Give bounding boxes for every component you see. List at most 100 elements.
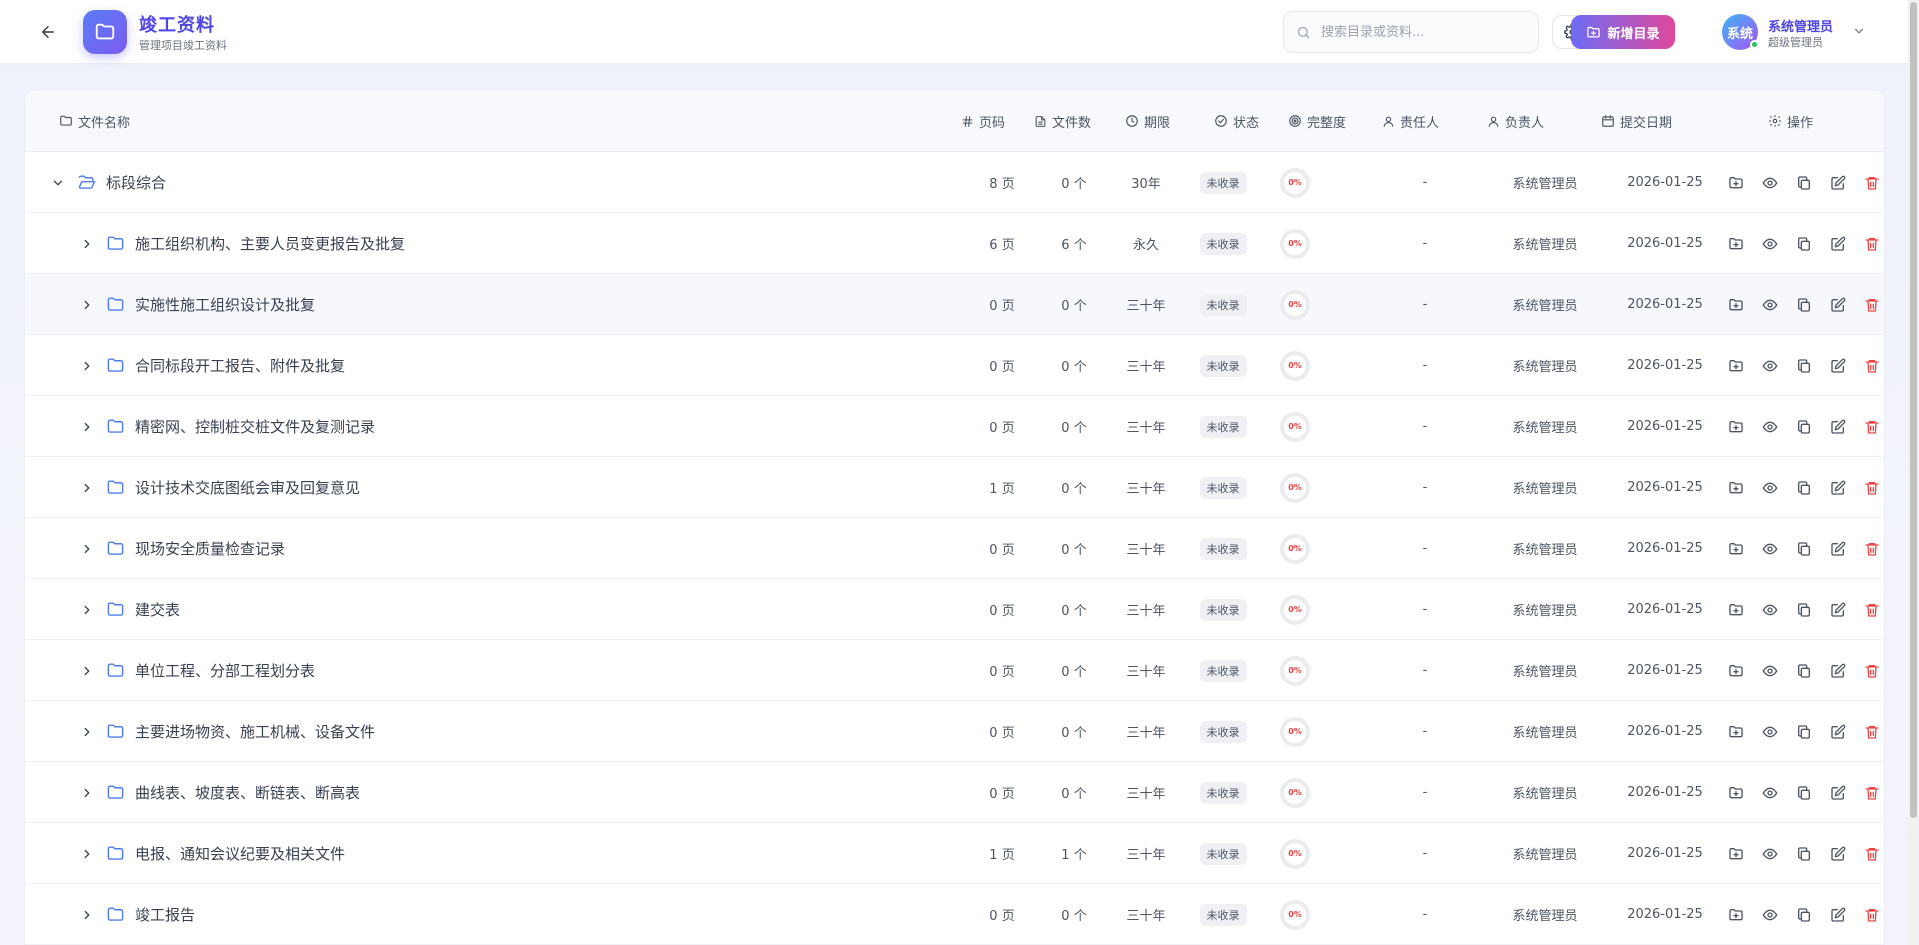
table-row[interactable]: 电报、通知会议纪要及相关文件 1 页 1 个 三十年 未收录 0% - 系统管理员 2026-0… xyxy=(25,823,1884,884)
copy-button[interactable] xyxy=(1794,234,1813,253)
search-box[interactable] xyxy=(1283,11,1539,53)
add-subfolder-button[interactable] xyxy=(1726,783,1745,802)
table-row[interactable]: 实施性施工组织设计及批复 0 页 0 个 三十年 未收录 0% - 系统管理员 2026-01-… xyxy=(25,274,1884,335)
table-row[interactable]: 现场安全质量检查记录 0 页 0 个 三十年 未收录 0% - 系统管理员 2026-01-25 xyxy=(25,518,1884,579)
delete-button[interactable] xyxy=(1862,478,1881,497)
scrollbar-thumb[interactable] xyxy=(1910,2,1917,818)
row-name[interactable]: 竣工报告 xyxy=(135,904,195,925)
row-name[interactable]: 单位工程、分部工程划分表 xyxy=(135,660,315,681)
delete-button[interactable] xyxy=(1862,722,1881,741)
row-name[interactable]: 标段综合 xyxy=(106,172,166,193)
edit-button[interactable] xyxy=(1828,783,1847,802)
add-subfolder-button[interactable] xyxy=(1726,905,1745,924)
add-subfolder-button[interactable] xyxy=(1726,417,1745,436)
expand-toggle[interactable] xyxy=(80,542,94,556)
table-row[interactable]: 设计技术交底图纸会审及回复意见 1 页 0 个 三十年 未收录 0% - 系统管理员 2026-… xyxy=(25,457,1884,518)
add-subfolder-button[interactable] xyxy=(1726,356,1745,375)
user-name[interactable]: 系统管理员 xyxy=(1768,16,1833,35)
user-menu-toggle[interactable] xyxy=(1852,24,1868,40)
view-button[interactable] xyxy=(1760,661,1779,680)
edit-button[interactable] xyxy=(1828,661,1847,680)
edit-button[interactable] xyxy=(1828,295,1847,314)
expand-toggle[interactable] xyxy=(80,603,94,617)
view-button[interactable] xyxy=(1760,905,1779,924)
copy-button[interactable] xyxy=(1794,356,1813,375)
copy-button[interactable] xyxy=(1794,478,1813,497)
delete-button[interactable] xyxy=(1862,661,1881,680)
expand-toggle[interactable] xyxy=(80,664,94,678)
page-scrollbar[interactable] xyxy=(1908,0,1919,945)
edit-button[interactable] xyxy=(1828,478,1847,497)
add-subfolder-button[interactable] xyxy=(1726,844,1745,863)
edit-button[interactable] xyxy=(1828,417,1847,436)
expand-toggle[interactable] xyxy=(80,786,94,800)
copy-button[interactable] xyxy=(1794,722,1813,741)
copy-button[interactable] xyxy=(1794,295,1813,314)
copy-button[interactable] xyxy=(1794,783,1813,802)
table-row[interactable]: 施工组织机构、主要人员变更报告及批复 6 页 6 个 永久 未收录 0% - 系统管理员 202… xyxy=(25,213,1884,274)
row-name[interactable]: 主要进场物资、施工机械、设备文件 xyxy=(135,721,375,742)
table-row[interactable]: 竣工报告 0 页 0 个 三十年 未收录 0% - 系统管理员 2026-01-25 xyxy=(25,884,1884,945)
view-button[interactable] xyxy=(1760,844,1779,863)
view-button[interactable] xyxy=(1760,234,1779,253)
edit-button[interactable] xyxy=(1828,356,1847,375)
edit-button[interactable] xyxy=(1828,539,1847,558)
expand-toggle[interactable] xyxy=(80,420,94,434)
edit-button[interactable] xyxy=(1828,905,1847,924)
delete-button[interactable] xyxy=(1862,173,1881,192)
add-subfolder-button[interactable] xyxy=(1726,173,1745,192)
view-button[interactable] xyxy=(1760,600,1779,619)
table-row[interactable]: 标段综合 8 页 0 个 30年 未收录 0% - 系统管理员 2026-01-25 xyxy=(25,152,1884,213)
delete-button[interactable] xyxy=(1862,417,1881,436)
view-button[interactable] xyxy=(1760,356,1779,375)
row-name[interactable]: 精密网、控制桩交桩文件及复测记录 xyxy=(135,416,375,437)
add-subfolder-button[interactable] xyxy=(1726,539,1745,558)
table-row[interactable]: 主要进场物资、施工机械、设备文件 0 页 0 个 三十年 未收录 0% - 系统管理员 2026… xyxy=(25,701,1884,762)
add-subfolder-button[interactable] xyxy=(1726,600,1745,619)
row-name[interactable]: 合同标段开工报告、附件及批复 xyxy=(135,355,345,376)
add-subfolder-button[interactable] xyxy=(1726,295,1745,314)
new-directory-button[interactable]: 新增目录 xyxy=(1571,15,1675,49)
delete-button[interactable] xyxy=(1862,600,1881,619)
delete-button[interactable] xyxy=(1862,905,1881,924)
delete-button[interactable] xyxy=(1862,356,1881,375)
add-subfolder-button[interactable] xyxy=(1726,234,1745,253)
delete-button[interactable] xyxy=(1862,295,1881,314)
view-button[interactable] xyxy=(1760,478,1779,497)
table-row[interactable]: 单位工程、分部工程划分表 0 页 0 个 三十年 未收录 0% - 系统管理员 2026-01-… xyxy=(25,640,1884,701)
copy-button[interactable] xyxy=(1794,539,1813,558)
edit-button[interactable] xyxy=(1828,722,1847,741)
edit-button[interactable] xyxy=(1828,844,1847,863)
copy-button[interactable] xyxy=(1794,417,1813,436)
edit-button[interactable] xyxy=(1828,600,1847,619)
copy-button[interactable] xyxy=(1794,905,1813,924)
copy-button[interactable] xyxy=(1794,600,1813,619)
search-input[interactable] xyxy=(1321,24,1521,40)
view-button[interactable] xyxy=(1760,173,1779,192)
row-name[interactable]: 实施性施工组织设计及批复 xyxy=(135,294,315,315)
add-subfolder-button[interactable] xyxy=(1726,478,1745,497)
edit-button[interactable] xyxy=(1828,234,1847,253)
edit-button[interactable] xyxy=(1828,173,1847,192)
row-name[interactable]: 施工组织机构、主要人员变更报告及批复 xyxy=(135,233,405,254)
view-button[interactable] xyxy=(1760,417,1779,436)
view-button[interactable] xyxy=(1760,295,1779,314)
row-name[interactable]: 曲线表、坡度表、断链表、断高表 xyxy=(135,782,360,803)
expand-toggle[interactable] xyxy=(80,359,94,373)
view-button[interactable] xyxy=(1760,722,1779,741)
delete-button[interactable] xyxy=(1862,234,1881,253)
table-row[interactable]: 曲线表、坡度表、断链表、断高表 0 页 0 个 三十年 未收录 0% - 系统管理员 2026-… xyxy=(25,762,1884,823)
row-name[interactable]: 现场安全质量检查记录 xyxy=(135,538,285,559)
delete-button[interactable] xyxy=(1862,844,1881,863)
expand-toggle[interactable] xyxy=(80,298,94,312)
add-subfolder-button[interactable] xyxy=(1726,661,1745,680)
expand-toggle[interactable] xyxy=(80,908,94,922)
copy-button[interactable] xyxy=(1794,661,1813,680)
collapse-toggle[interactable] xyxy=(51,176,65,190)
avatar[interactable]: 系统 xyxy=(1722,14,1759,50)
copy-button[interactable] xyxy=(1794,173,1813,192)
row-name[interactable]: 电报、通知会议纪要及相关文件 xyxy=(135,843,345,864)
view-button[interactable] xyxy=(1760,783,1779,802)
expand-toggle[interactable] xyxy=(80,481,94,495)
expand-toggle[interactable] xyxy=(80,237,94,251)
